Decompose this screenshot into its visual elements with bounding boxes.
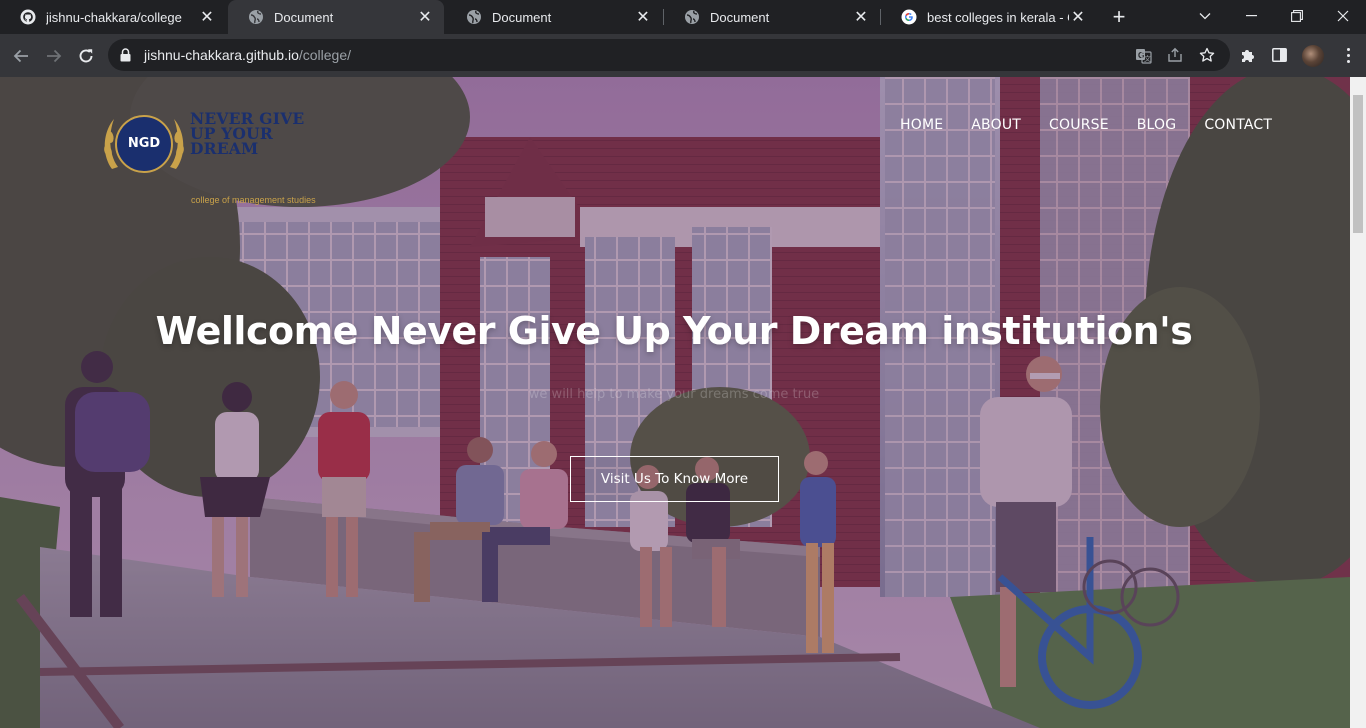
globe-icon xyxy=(248,9,264,25)
browser-tab-2[interactable]: Document ✕ xyxy=(228,0,444,34)
tab-strip: jishnu-chakkara/college ✕ Document ✕ Doc… xyxy=(0,0,1366,34)
browser-tab-1[interactable]: jishnu-chakkara/college ✕ xyxy=(0,0,226,34)
close-icon[interactable]: ✕ xyxy=(852,8,870,26)
url-path: /college/ xyxy=(298,47,352,63)
page-scrollbar[interactable] xyxy=(1350,77,1366,728)
svg-text:文: 文 xyxy=(1144,54,1151,63)
globe-icon xyxy=(684,9,700,25)
restore-button[interactable] xyxy=(1274,0,1320,32)
scrollbar-thumb[interactable] xyxy=(1353,95,1363,233)
restore-icon xyxy=(1291,10,1303,22)
arrow-left-icon xyxy=(13,49,28,63)
share-icon[interactable] xyxy=(1166,46,1184,64)
nav-contact[interactable]: CONTACT xyxy=(1204,117,1272,133)
nav-blog[interactable]: BLOG xyxy=(1137,117,1177,133)
reload-icon xyxy=(79,49,93,63)
translate-icon[interactable]: G文 xyxy=(1134,46,1152,64)
tab-title: Document xyxy=(710,9,770,25)
more-menu-icon[interactable] xyxy=(1338,44,1358,66)
close-icon[interactable]: ✕ xyxy=(416,8,434,26)
globe-icon xyxy=(466,9,482,25)
hero-subtitle: we will help to make your dreams come tr… xyxy=(528,387,820,402)
visit-us-button[interactable]: Visit Us To Know More xyxy=(570,456,779,502)
tab-title: Document xyxy=(492,9,552,25)
close-icon[interactable]: ✕ xyxy=(198,8,216,26)
github-icon xyxy=(20,9,36,25)
browser-tab-3[interactable]: Document ✕ xyxy=(446,0,662,34)
tab-search-button[interactable] xyxy=(1182,0,1228,32)
address-bar[interactable]: jishnu-chakkara.github.io/college/ G文 xyxy=(108,39,1230,71)
close-icon[interactable]: ✕ xyxy=(634,8,652,26)
tab-title: Document xyxy=(274,9,334,25)
google-icon xyxy=(901,9,917,25)
tab-title: best colleges in kerala - Goo xyxy=(927,9,1069,25)
extensions-puzzle-icon[interactable] xyxy=(1237,44,1259,66)
hero-title: Wellcome Never Give Up Your Dream instit… xyxy=(155,309,1193,353)
url-host: jishnu-chakkara.github.io xyxy=(144,47,299,63)
nav-home[interactable]: HOME xyxy=(900,117,943,133)
nav-about[interactable]: ABOUT xyxy=(971,117,1021,133)
bookmark-star-icon[interactable] xyxy=(1198,46,1216,64)
url-text: jishnu-chakkara.github.io/college/ xyxy=(144,47,351,63)
back-button[interactable] xyxy=(5,40,37,72)
new-tab-button[interactable]: + xyxy=(1106,4,1132,29)
close-icon xyxy=(1337,10,1349,22)
browser-tab-4[interactable]: Document ✕ xyxy=(664,0,880,34)
profile-avatar[interactable] xyxy=(1302,45,1324,67)
tab-title: jishnu-chakkara/college xyxy=(46,9,182,25)
arrow-right-icon xyxy=(47,49,62,63)
nav-course[interactable]: COURSE xyxy=(1049,117,1109,133)
main-nav: HOME ABOUT COURSE BLOG CONTACT xyxy=(900,117,1272,133)
minimize-icon xyxy=(1245,15,1257,17)
reload-button[interactable] xyxy=(70,40,102,72)
logo-badge-text: NGD xyxy=(127,136,161,151)
site-logo[interactable]: NGD NEVER GIVE UP YOUR DREAM college of … xyxy=(102,107,342,205)
side-panel-icon[interactable] xyxy=(1268,44,1290,66)
logo-tagline: college of management studies xyxy=(191,195,316,205)
forward-button[interactable] xyxy=(38,40,70,72)
close-window-button[interactable] xyxy=(1320,0,1366,32)
logo-name: NEVER GIVE UP YOUR DREAM xyxy=(190,109,305,158)
browser-tab-5[interactable]: best colleges in kerala - Goo ✕ xyxy=(881,0,1097,34)
hero-section: NGD NEVER GIVE UP YOUR DREAM college of … xyxy=(0,77,1350,728)
close-icon[interactable]: ✕ xyxy=(1069,8,1087,26)
browser-toolbar: jishnu-chakkara.github.io/college/ G文 xyxy=(0,34,1366,77)
chevron-down-icon xyxy=(1199,13,1211,20)
lock-icon[interactable] xyxy=(120,48,134,62)
page-viewport: NGD NEVER GIVE UP YOUR DREAM college of … xyxy=(0,77,1350,728)
minimize-button[interactable] xyxy=(1228,0,1274,32)
